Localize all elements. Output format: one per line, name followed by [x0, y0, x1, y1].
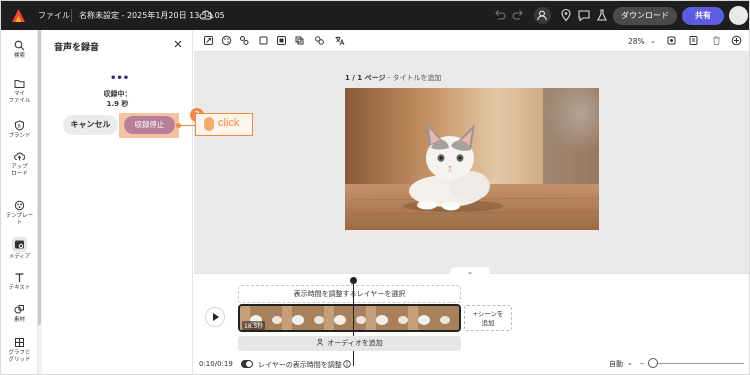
recording-time: 1.9 秒 [106, 100, 129, 108]
rail-item-label: 検索 [13, 53, 25, 59]
translate-icon[interactable] [334, 35, 345, 46]
palette-icon[interactable] [221, 35, 232, 46]
undo-icon[interactable] [493, 8, 507, 22]
text-icon [15, 273, 24, 282]
media-icon [12, 237, 27, 252]
page-title-placeholder[interactable]: - タイトルを追加 [385, 74, 442, 82]
playhead[interactable] [353, 280, 354, 366]
record-audio-panel: 音声を録音 ••• 収録中： 1.9 秒 キャンセル [42, 30, 193, 374]
template-icon [14, 200, 25, 211]
play-icon [213, 313, 219, 321]
app-window: ファイル 名称未設定 - 2025年1月20日 13.34.05 ダウンロード … [0, 0, 750, 375]
rail-item-label: グラフと グリッド [8, 350, 31, 363]
layers-icon[interactable] [666, 35, 677, 46]
rail-item-media[interactable]: メディア [1, 237, 38, 261]
redo-icon[interactable] [511, 8, 525, 22]
elements-icon [14, 305, 24, 314]
rail-item-text[interactable]: テキスト [1, 272, 38, 292]
share-button[interactable]: 共有 [682, 7, 724, 25]
cancel-button[interactable]: キャンセル [63, 115, 118, 135]
scene-duration: 18.5秒 [242, 321, 266, 330]
add-page-icon[interactable] [731, 35, 742, 46]
click-label: click [218, 117, 240, 129]
page-label: 1 / 1 ページ - タイトルを追加 [345, 73, 441, 83]
avatar[interactable] [729, 6, 748, 25]
divider [71, 9, 72, 22]
grid-icon [15, 338, 24, 347]
rail-item-charts-grids[interactable]: グラフと グリッド [1, 337, 38, 364]
top-bar: ファイル 名称未設定 - 2025年1月20日 13.34.05 ダウンロード … [1, 1, 749, 30]
add-audio-button[interactable]: オーディオを追加 [238, 336, 461, 351]
rail-item-label: マイ ファイル [8, 91, 31, 104]
kitten-image[interactable] [345, 88, 599, 230]
zoom-level[interactable]: 28% [628, 37, 645, 46]
kitten-photo [345, 88, 599, 230]
lab-flask-icon[interactable] [595, 8, 609, 22]
shape-icon[interactable] [258, 35, 269, 46]
rail-scrollbar-thumb[interactable] [38, 30, 41, 325]
adobe-express-logo-icon[interactable] [12, 9, 25, 22]
toggle-label: レイヤーの表示時間を調整 [258, 361, 342, 369]
rail-item-brand[interactable]: B ブランド [1, 120, 38, 140]
mouse-icon [204, 117, 214, 131]
rail-item-elements[interactable]: 素材 [1, 304, 38, 324]
add-scene-button[interactable]: +シーンを 追加 [464, 305, 512, 331]
toggle-knob [246, 361, 252, 367]
location-icon[interactable] [559, 8, 573, 22]
time-display: 0:10/0:19 [199, 360, 233, 368]
rail-item-label: アップ ロード [11, 164, 28, 177]
upload-icon [14, 152, 25, 161]
info-icon[interactable] [343, 360, 351, 368]
comment-icon[interactable] [577, 8, 591, 22]
rail-item-label: 素材 [13, 317, 25, 323]
page-number: 1 / 1 ページ [345, 74, 386, 82]
stop-recording-button[interactable]: 収録停止 [124, 116, 175, 134]
slider-handle[interactable] [648, 358, 658, 368]
frame-icon[interactable] [276, 35, 287, 46]
rail-item-upload[interactable]: アップ ロード [1, 151, 38, 178]
files-menu[interactable]: ファイル [38, 10, 70, 21]
scene-thumbnails [240, 306, 459, 330]
resize-icon[interactable] [203, 35, 214, 46]
audio-icon [317, 338, 324, 346]
add-user-icon[interactable] [535, 8, 550, 23]
rail-item-label: テンプレー ト [5, 213, 34, 226]
timeline-zoom-mode[interactable]: 自動 [609, 359, 623, 369]
animation-icon[interactable] [239, 35, 250, 46]
annotation-line [178, 125, 195, 126]
delete-icon[interactable] [711, 35, 722, 46]
crop-icon[interactable] [294, 35, 305, 46]
cloud-icon[interactable] [199, 9, 213, 21]
pages-icon[interactable] [688, 35, 699, 46]
rail-item-label: ブランド [8, 133, 31, 139]
panel-title: 音声を録音 [54, 43, 100, 53]
rail-item-search[interactable]: 検索 [1, 40, 38, 60]
svg-text:B: B [18, 123, 21, 129]
playhead-handle[interactable] [350, 277, 357, 284]
rail-item-templates[interactable]: テンプレー ト [1, 200, 38, 227]
scene-clip[interactable] [238, 304, 461, 332]
timeline-hint: 表示時間を調整するレイヤーを選択 [238, 285, 461, 303]
left-rail: 検索 マイ ファイル B ブランド アップ ロード テンプレー ト メディア テ… [1, 30, 38, 374]
rail-item-label: テキスト [8, 285, 31, 291]
chevron-down-icon[interactable]: ⌄ [650, 37, 656, 45]
chevron-down-icon[interactable]: ⌄ [450, 267, 490, 277]
editor-toolbar [194, 30, 749, 52]
link-icon[interactable] [314, 35, 325, 46]
rail-item-my-files[interactable]: マイ ファイル [1, 78, 38, 105]
close-icon[interactable] [173, 39, 183, 49]
folder-icon [14, 80, 25, 88]
timeline-zoom-slider[interactable] [649, 363, 744, 364]
zoom-out-icon[interactable]: – [640, 359, 644, 368]
recording-indicator-icon: ••• [110, 73, 130, 84]
recording-status: 収録中： [103, 90, 132, 98]
download-button[interactable]: ダウンロード [613, 7, 677, 25]
rail-item-label: メディア [8, 254, 31, 260]
add-audio-label: オーディオを追加 [327, 339, 383, 347]
search-icon [14, 40, 25, 51]
brand-icon: B [15, 120, 24, 131]
chevron-down-icon[interactable]: ⌄ [627, 359, 633, 367]
